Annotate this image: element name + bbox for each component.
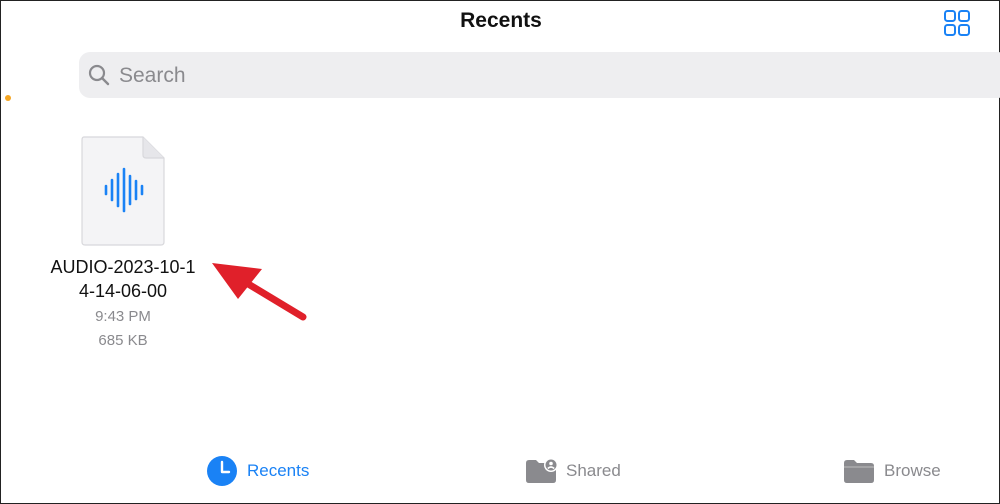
file-item-audio[interactable]: AUDIO-2023-10-14-14-06-00 9:43 PM 685 KB bbox=[47, 135, 199, 357]
tab-label-shared: Shared bbox=[566, 461, 621, 480]
search-bar[interactable] bbox=[79, 52, 1000, 100]
search-input[interactable] bbox=[117, 52, 821, 100]
audio-file-thumbnail bbox=[81, 136, 165, 246]
file-time: 9:43 PM bbox=[95, 308, 151, 325]
clock-icon bbox=[207, 456, 237, 486]
page-title: Recents bbox=[460, 9, 542, 32]
status-indicator-dot bbox=[5, 95, 11, 101]
tab-shared[interactable]: Shared bbox=[524, 453, 621, 489]
tab-recents[interactable]: Recents bbox=[205, 453, 309, 489]
file-name: AUDIO-2023-10-14-14-06-00 bbox=[50, 257, 196, 301]
tab-label-browse: Browse bbox=[884, 461, 941, 480]
app-window: Recents AU bbox=[0, 0, 1000, 504]
search-icon bbox=[88, 64, 110, 86]
grid-view-icon bbox=[944, 10, 970, 36]
folder-icon bbox=[844, 460, 874, 483]
tab-browse[interactable]: Browse bbox=[842, 453, 941, 489]
annotation-arrow-icon bbox=[212, 263, 307, 321]
tab-label-recents: Recents bbox=[247, 461, 310, 480]
grid-view-toggle-button[interactable] bbox=[943, 9, 971, 37]
shared-folder-icon bbox=[526, 458, 558, 483]
file-size: 685 KB bbox=[98, 332, 148, 349]
